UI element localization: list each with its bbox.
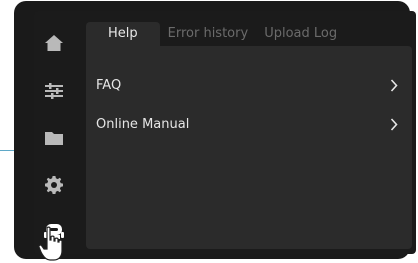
gear-icon: [45, 176, 63, 194]
faq-row[interactable]: FAQ: [86, 68, 412, 102]
sliders-icon: [45, 83, 63, 99]
chevron-right-icon: [388, 78, 400, 92]
hand-pointer-icon: [38, 226, 63, 261]
chevron-right-icon: [388, 117, 400, 131]
faq-label: FAQ: [96, 77, 122, 93]
online-manual-label: Online Manual: [96, 116, 190, 132]
folder-icon: [45, 132, 63, 145]
home-icon: [45, 35, 63, 51]
tab-upload-log[interactable]: Upload Log: [256, 22, 345, 46]
device-frame: Help Error history Upload Log FAQ Online…: [14, 1, 416, 259]
help-panel: FAQ Online Manual: [86, 46, 412, 249]
sidebar: [34, 11, 74, 254]
screen: Help Error history Upload Log FAQ Online…: [34, 11, 416, 254]
sidebar-item-gear[interactable]: [40, 171, 68, 199]
tab-help[interactable]: Help: [86, 22, 160, 46]
tab-bar: Help Error history Upload Log: [86, 22, 345, 46]
sidebar-item-settings-sliders[interactable]: [40, 77, 68, 105]
tab-error-history[interactable]: Error history: [160, 22, 257, 46]
sidebar-item-home[interactable]: [40, 29, 68, 57]
online-manual-row[interactable]: Online Manual: [86, 107, 412, 141]
sidebar-item-files[interactable]: [40, 124, 68, 152]
